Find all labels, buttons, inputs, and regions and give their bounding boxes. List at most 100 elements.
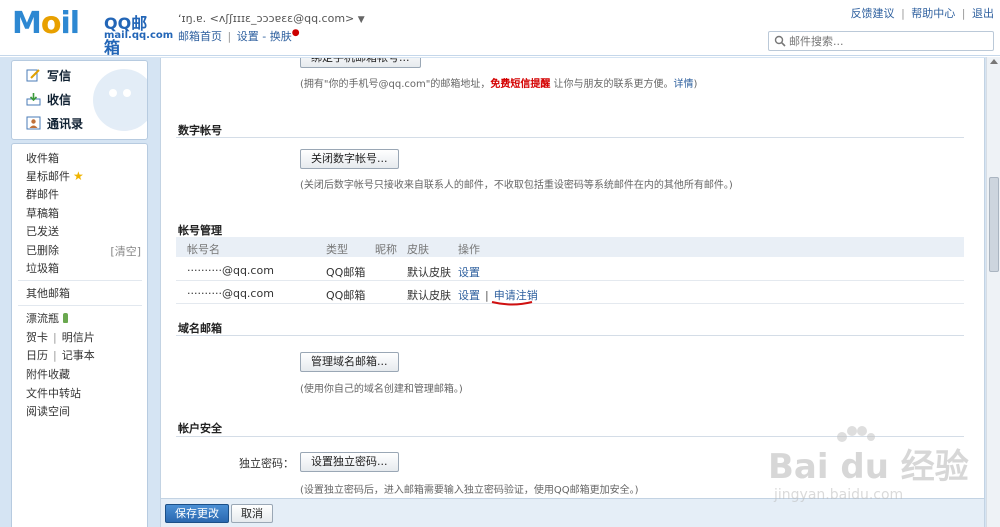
penguin-decoration-icon <box>93 69 147 131</box>
clear-trash-link[interactable]: [清空] <box>110 243 141 259</box>
baidu-jingyan-watermark: Bai du 经验 jingyan.baidu.com <box>760 425 980 520</box>
section-divider <box>176 335 964 336</box>
switch-skin-link[interactable]: 换肤 <box>270 30 292 43</box>
col-skin: 皮肤 <box>407 243 429 256</box>
watermark-url: jingyan.baidu.com <box>774 487 904 503</box>
feedback-link[interactable]: 反馈建议 <box>851 7 895 20</box>
inbox-download-icon <box>26 93 41 106</box>
drift-bottle-link[interactable]: 漂流瓶 <box>26 309 68 327</box>
sidebar-divider <box>18 280 142 281</box>
calendar-row: 日历 | 记事本 <box>26 346 95 364</box>
mail-search-box[interactable] <box>768 31 994 51</box>
contacts-button[interactable]: 通讯录 <box>26 113 83 133</box>
scroll-up-arrow-icon[interactable] <box>990 59 998 64</box>
notes-link[interactable]: 记事本 <box>62 347 95 363</box>
account-selector[interactable]: ʻɪŋ.ɐ. <ʌʃʃɪɪɪɛ_ɔɔɔɐɛɛ@qq.com> ▼ <box>178 12 365 25</box>
phone-note-end: ) <box>693 79 698 90</box>
bind-phone-mailbox-button[interactable]: 绑定手机邮箱帐号... <box>300 58 421 68</box>
receive-button[interactable]: 收信 <box>26 89 71 109</box>
red-underline-annotation <box>491 301 533 306</box>
top-links: 反馈建议 | 帮助中心 | 退出 <box>851 5 994 21</box>
link-separator: | <box>53 330 57 344</box>
accounts-table-header: 帐号名 类型 昵称 皮肤 操作 <box>176 237 964 257</box>
account-settings-link[interactable]: 设置 <box>458 289 480 302</box>
folder-other-mailboxes[interactable]: 其他邮箱 <box>26 284 70 302</box>
free-sms-reminder-text: 免费短信提醒 <box>490 79 551 90</box>
new-badge-dot-icon: ● <box>291 28 300 38</box>
mail-home-link[interactable]: 邮箱首页 <box>178 30 222 43</box>
compose-button[interactable]: 写信 <box>26 65 71 85</box>
help-center-link[interactable]: 帮助中心 <box>911 7 955 20</box>
toplink-separator: | <box>961 7 966 20</box>
folder-spam[interactable]: 垃圾箱 <box>26 259 59 277</box>
domain-mailbox-note: (使用你自己的域名创建和管理邮箱。) <box>300 384 463 395</box>
logout-link[interactable]: 退出 <box>972 7 994 20</box>
bottle-icon <box>63 313 68 323</box>
receive-label: 收信 <box>47 92 72 107</box>
table-row: ··········@qq.com QQ邮箱 默认皮肤 设置 | 申请注销 <box>176 282 964 304</box>
phone-details-link[interactable]: 详情 <box>674 79 694 90</box>
independent-password-note: (设置独立密码后，进入邮箱需要输入独立密码验证，使用QQ邮箱更加安全。) <box>300 485 639 496</box>
watermark-main-text: Bai du 经验 <box>768 447 969 487</box>
domain-mailbox-title: 域名邮箱 <box>178 322 222 335</box>
header: Moil QQ邮箱 mail.qq.com ʻɪŋ.ɐ. <ʌʃʃɪɪɪɛ_ɔɔ… <box>0 0 1000 57</box>
subnav: 邮箱首页 | 设置 - 换肤● <box>178 28 300 44</box>
account-security-title: 帐户安全 <box>178 422 222 435</box>
account-skin: 默认皮肤 <box>407 266 451 279</box>
col-type: 类型 <box>326 243 348 256</box>
subnav-dash: - <box>262 30 267 43</box>
calendar-link[interactable]: 日历 <box>26 347 48 363</box>
search-icon <box>774 35 786 47</box>
file-transfer-link[interactable]: 文件中转站 <box>26 384 81 402</box>
manage-domain-mailbox-button[interactable]: 管理域名邮箱... <box>300 352 399 372</box>
reading-space-link[interactable]: 阅读空间 <box>26 402 70 420</box>
save-changes-button[interactable]: 保存更改 <box>165 504 229 523</box>
account-settings-link[interactable]: 设置 <box>458 264 480 280</box>
sidebar-folder-list: 收件箱 星标邮件 ★ 群邮件 草稿箱 已发送 已删除 [清空] 垃圾箱 其他邮箱 … <box>11 143 148 527</box>
col-nickname: 昵称 <box>375 243 397 256</box>
sidebar-divider <box>18 305 142 306</box>
cancel-button[interactable]: 取消 <box>231 504 273 523</box>
account-name: ··········@qq.com <box>187 287 274 300</box>
folder-inbox[interactable]: 收件箱 <box>26 149 59 167</box>
search-input[interactable] <box>789 33 989 49</box>
phone-note-text: (拥有"你的手机号@qq.com"的邮箱地址， <box>300 79 491 90</box>
phone-mailbox-note: (拥有"你的手机号@qq.com"的邮箱地址，免费短信提醒 让你与朋友的联系更方… <box>300 75 697 90</box>
digital-account-note: (关闭后数字帐号只接收来自联系人的邮件，不收取包括重设密码等系统邮件在内的其他所… <box>300 180 733 191</box>
col-action: 操作 <box>458 243 480 256</box>
account-address: ʻɪŋ.ɐ. <ʌʃʃɪɪɪɛ_ɔɔɔɐɛɛ@qq.com> <box>178 12 355 25</box>
settings-link[interactable]: 设置 <box>237 30 259 43</box>
sidebar-actions: 写信 收信 通讯录 <box>11 60 148 140</box>
logo-domain: mail.qq.com <box>104 30 174 41</box>
folder-starred[interactable]: 星标邮件 ★ <box>26 167 84 185</box>
toplink-separator: | <box>901 7 905 20</box>
set-independent-password-button[interactable]: 设置独立密码... <box>300 452 399 472</box>
contacts-icon <box>26 116 41 130</box>
folder-drafts[interactable]: 草稿箱 <box>26 204 59 222</box>
close-digital-account-button[interactable]: 关闭数字帐号... <box>300 149 399 169</box>
folder-sent[interactable]: 已发送 <box>26 222 59 240</box>
account-type: QQ邮箱 <box>326 289 366 302</box>
section-divider <box>176 137 964 138</box>
vertical-scrollbar[interactable] <box>986 57 1000 527</box>
qq-mail-logo[interactable]: Moil QQ邮箱 mail.qq.com <box>12 6 173 57</box>
folder-starred-label: 星标邮件 <box>26 170 70 183</box>
contacts-label: 通讯录 <box>47 116 84 131</box>
scroll-thumb[interactable] <box>989 177 999 272</box>
account-name: ··········@qq.com <box>187 264 274 277</box>
digital-account-title: 数字帐号 <box>178 124 222 137</box>
folder-deleted[interactable]: 已删除 <box>26 241 59 259</box>
folder-group[interactable]: 群邮件 <box>26 185 59 203</box>
link-separator: | <box>53 348 57 362</box>
account-dropdown-icon[interactable]: ▼ <box>358 15 365 25</box>
postcard-link[interactable]: 明信片 <box>62 329 95 345</box>
cards-row: 贺卡 | 明信片 <box>26 328 95 346</box>
compose-label: 写信 <box>47 68 72 83</box>
subnav-separator: | <box>227 30 232 43</box>
pencil-icon <box>26 69 40 82</box>
independent-password-label: 独立密码： <box>239 457 294 470</box>
attachments-link[interactable]: 附件收藏 <box>26 365 70 383</box>
action-separator: | <box>485 289 489 302</box>
table-row: ··········@qq.com QQ邮箱 默认皮肤 设置 <box>176 259 964 281</box>
greeting-card-link[interactable]: 贺卡 <box>26 329 48 345</box>
